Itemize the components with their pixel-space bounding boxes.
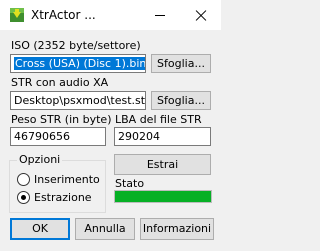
iso-browse-button[interactable]: Sfoglia...: [151, 54, 211, 73]
options-group: Opzioni Inserimento Estrazione: [9, 153, 106, 213]
extract-button[interactable]: Estrai: [114, 154, 211, 175]
radio-estrazione[interactable]: [17, 191, 30, 204]
status-label: Stato: [115, 177, 145, 190]
options-title: Opzioni: [17, 153, 63, 166]
str-label: STR con audio XA: [11, 76, 109, 89]
lba-field[interactable]: 290204: [114, 127, 211, 146]
close-button[interactable]: [180, 0, 221, 30]
iso-label: ISO (2352 byte/settore): [11, 39, 141, 52]
ok-button[interactable]: OK: [10, 218, 70, 240]
radio-selected-dot: [21, 195, 26, 200]
info-button[interactable]: Informazioni: [140, 218, 214, 240]
window-title: XtrActor ...: [31, 8, 96, 22]
radio-inserimento[interactable]: [17, 173, 30, 186]
cancel-button[interactable]: Annulla: [75, 218, 135, 240]
str-browse-button[interactable]: Sfoglia...: [151, 91, 211, 110]
minimize-icon: [155, 15, 165, 16]
iso-path-field[interactable]: Cross (USA) (Disc 1).bin: [10, 54, 146, 73]
peso-label: Peso STR (in byte): [11, 113, 112, 126]
status-progress-bar: [114, 190, 212, 203]
status-progress-fill: [115, 191, 211, 202]
lba-label: LBA del file STR: [115, 113, 202, 126]
xtractor-window: XtrActor ... ISO (2352 byte/settore) Cro…: [0, 0, 221, 251]
radio-estrazione-label[interactable]: Estrazione: [34, 191, 92, 204]
radio-inserimento-label[interactable]: Inserimento: [34, 173, 100, 186]
minimize-button[interactable]: [140, 0, 180, 30]
peso-field[interactable]: 46790656: [10, 127, 106, 146]
title-bar[interactable]: XtrActor ...: [0, 0, 221, 30]
xtractor-app-icon: [9, 7, 25, 23]
str-path-field[interactable]: Desktop\psxmod\test.str: [10, 91, 146, 110]
